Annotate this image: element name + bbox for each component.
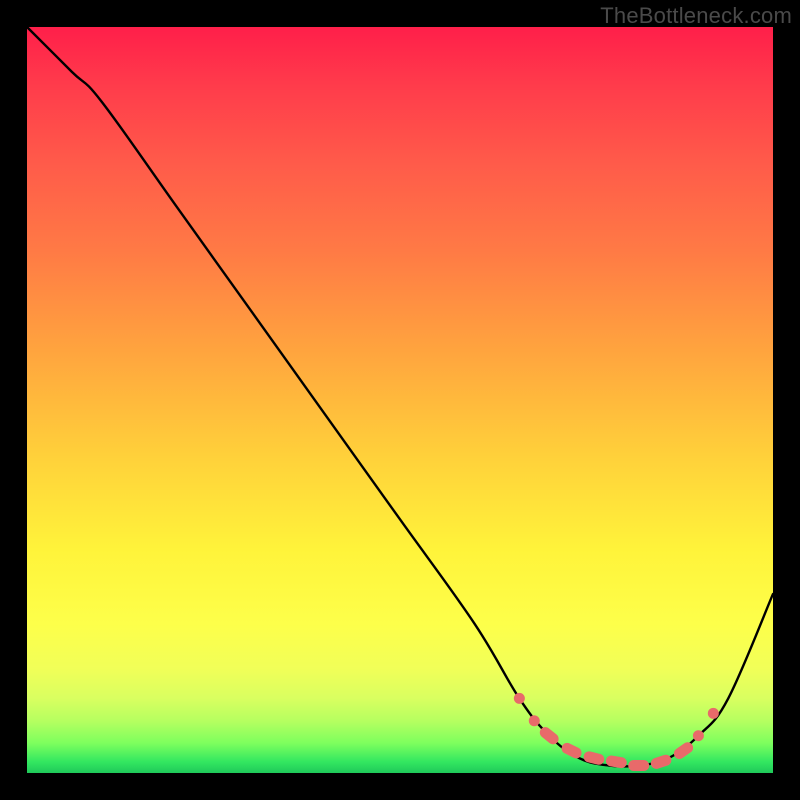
gradient-plot-area [27,27,773,773]
highlight-markers [514,693,719,771]
highlight-marker [605,755,628,769]
curve-layer [27,27,773,773]
highlight-marker [649,753,672,770]
highlight-marker [582,750,605,766]
bottleneck-curve [27,27,773,767]
highlight-marker [708,708,719,719]
watermark-text: TheBottleneck.com [600,3,792,29]
highlight-marker [628,760,649,771]
highlight-marker [514,693,525,704]
chart-frame: TheBottleneck.com [0,0,800,800]
